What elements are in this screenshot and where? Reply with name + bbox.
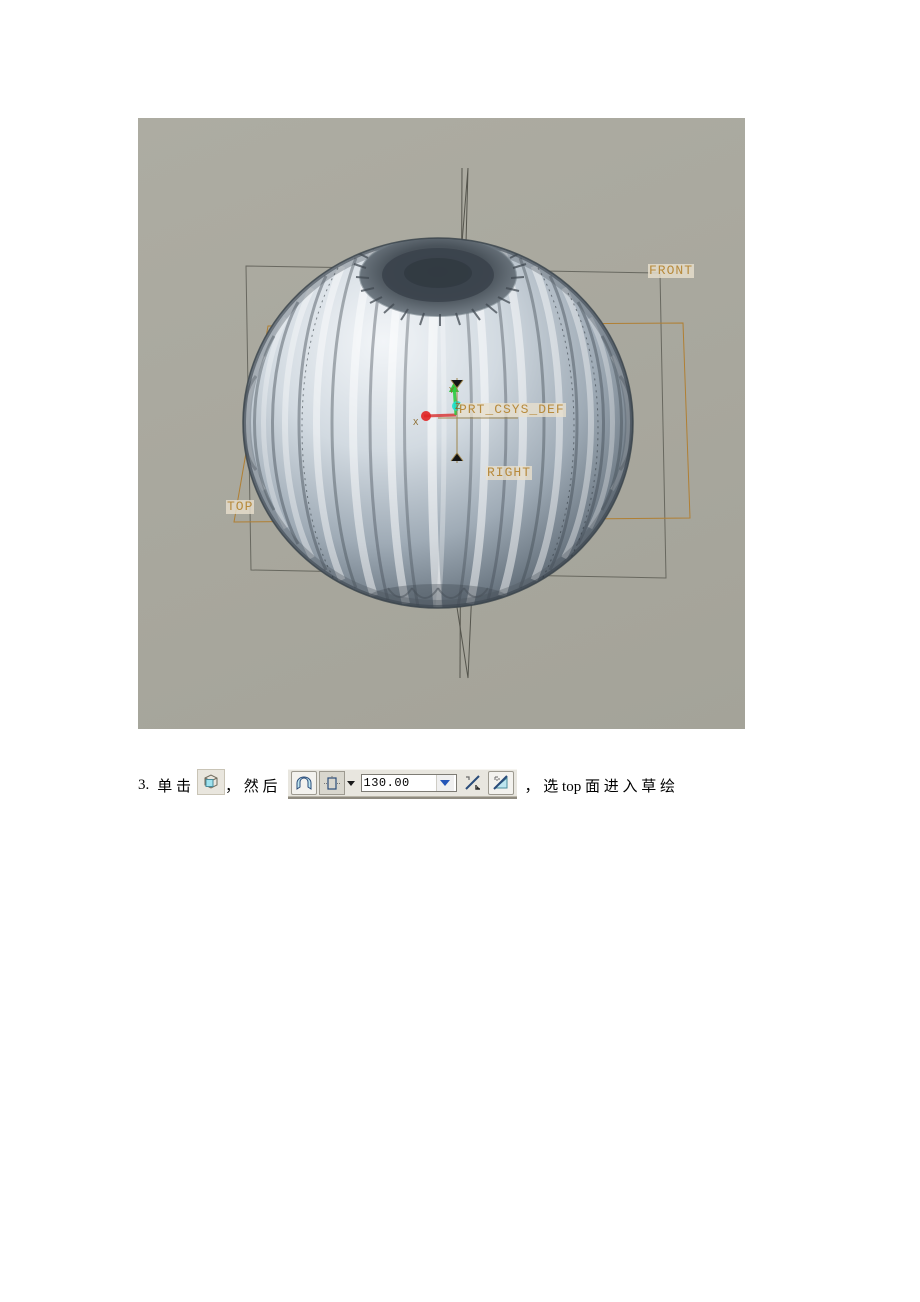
flip-direction-icon[interactable] (460, 771, 486, 795)
revolve-icon-glyph (204, 774, 218, 789)
instruction-text-then: ， 然 后 (225, 778, 278, 795)
step-number: 3. (138, 776, 150, 793)
instruction-step-3: 3. 单 击 ， 然 后 130.00 ， 选 top 面 进 入 草 绘 (138, 768, 798, 802)
blind-depth-glyph (323, 775, 340, 790)
instruction-text-click: 单 击 (157, 778, 192, 795)
depth-value-text: 130.00 (363, 776, 410, 790)
depth-value-input[interactable]: 130.00 (360, 774, 457, 792)
label-coordinate-system: PRT_CSYS_DEF (458, 402, 566, 417)
document-page: FRONT TOP RIGHT PRT_CSYS_DEF X Y Z 3. 单 … (0, 0, 920, 1302)
label-front-plane: FRONT (648, 263, 695, 278)
label-top-plane: TOP (226, 499, 255, 514)
revolve-dashboard-toolbar[interactable]: 130.00 (287, 769, 517, 799)
instruction-text-tail: ， 选 top 面 进 入 草 绘 (524, 778, 675, 795)
axis-z-label: Z (455, 402, 461, 412)
remove-material-icon[interactable] (487, 771, 514, 795)
surface-option-icon[interactable] (290, 771, 317, 795)
flip-direction-glyph (464, 775, 480, 790)
revolve-tool-icon[interactable] (197, 769, 226, 795)
viewport-graphics (233, 167, 691, 679)
toolbar-underline (287, 797, 517, 799)
axis-x-label: X (413, 418, 419, 428)
axis-y-label: Y (449, 386, 455, 396)
chevron-down-icon[interactable] (346, 780, 355, 786)
label-right-plane: RIGHT (486, 465, 533, 480)
combo-chevron-down-icon[interactable] (435, 775, 454, 791)
dome-surface-glyph (296, 776, 312, 790)
remove-material-glyph (492, 775, 508, 790)
blind-depth-icon[interactable] (318, 771, 345, 795)
figure-3d-viewport: FRONT TOP RIGHT PRT_CSYS_DEF X Y Z (138, 118, 745, 729)
